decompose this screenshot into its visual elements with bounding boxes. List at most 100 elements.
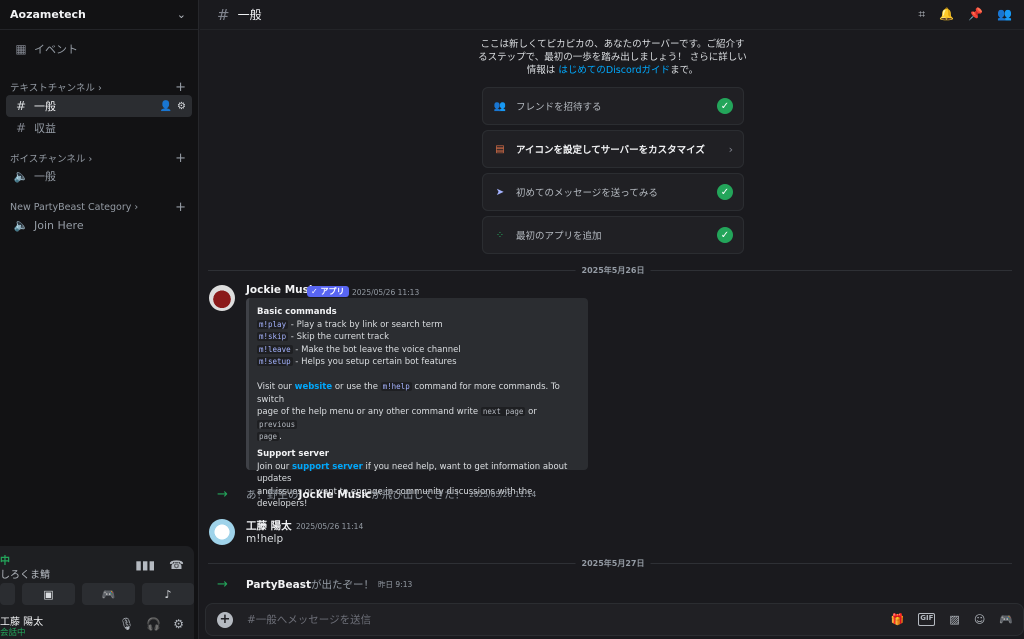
category-partybeast[interactable]: New PartyBeast Category › + bbox=[10, 200, 186, 215]
gif-icon[interactable]: GIF bbox=[918, 613, 936, 626]
intro-line: 情報は bbox=[526, 65, 556, 76]
customize-icon: ▤ bbox=[495, 143, 505, 155]
system-text: が出たぞー！ bbox=[311, 579, 375, 591]
task-send-first-message[interactable]: ➤ 初めてのメッセージを送ってみる ✓ bbox=[482, 173, 744, 211]
task-label: フレンドを招待する bbox=[516, 102, 602, 113]
joined-user-name[interactable]: Jockie Music bbox=[299, 489, 372, 501]
apps-icon[interactable]: 🎮 bbox=[999, 613, 1013, 626]
message-composer[interactable]: + #一般へメッセージを送信 🎁 GIF ▨ ☺ 🎮 bbox=[205, 603, 1024, 636]
add-channel-icon[interactable]: + bbox=[175, 200, 186, 215]
gift-icon[interactable]: 🎁 bbox=[891, 613, 905, 626]
support-server-link[interactable]: support server bbox=[292, 462, 363, 472]
help-embed: Basic commands m!play - Play a track by … bbox=[246, 298, 588, 509]
command-code: m!skip bbox=[257, 332, 289, 342]
command-line: m!leave - Make the bot leave the voice c… bbox=[257, 344, 578, 357]
voice-connection-status: 中 bbox=[0, 556, 10, 567]
sidebar-item-general-voice[interactable]: 🔈 一般 bbox=[6, 165, 192, 187]
disconnect-icon[interactable]: ☎ bbox=[169, 558, 184, 572]
server-welcome-intro: ここは新しくてピカピカの、あなたのサーバーです。ご紹介す るステップで、最初の一… bbox=[470, 38, 755, 77]
gear-icon[interactable]: ⚙ bbox=[173, 617, 184, 631]
calendar-icon: ▦ bbox=[15, 42, 27, 56]
server-header[interactable]: Aozametech ⌄ bbox=[0, 0, 198, 30]
server-name: Aozametech bbox=[10, 8, 86, 21]
emoji-icon[interactable]: ☺ bbox=[974, 613, 985, 626]
inline-code: next page bbox=[480, 407, 526, 417]
task-label: 初めてのメッセージを送ってみる bbox=[516, 188, 658, 199]
message-author[interactable]: 工藤 陽太 bbox=[246, 518, 292, 533]
camera-button[interactable] bbox=[0, 583, 15, 605]
message-timestamp: 2025/05/26 11:14 bbox=[469, 490, 537, 499]
sidebar-item-revenue[interactable]: # 収益 bbox=[6, 117, 192, 139]
sidebar-item-events[interactable]: ▦ イベント bbox=[6, 38, 192, 60]
task-add-first-app[interactable]: ⁘ 最初のアプリを追加 ✓ bbox=[482, 216, 744, 254]
command-desc: - Make the bot leave the voice channel bbox=[292, 344, 461, 355]
inline-code: page bbox=[257, 432, 280, 442]
gear-icon[interactable]: ⚙ bbox=[177, 101, 186, 112]
voice-channel-name[interactable]: しろくま鯖 bbox=[0, 566, 50, 581]
category-text-channels[interactable]: テキストチャンネル › + bbox=[10, 80, 186, 95]
embed-text: Join our bbox=[257, 461, 292, 472]
category-voice-channels[interactable]: ボイスチャンネル › + bbox=[10, 151, 186, 166]
invite-icon[interactable]: 👤 bbox=[160, 101, 172, 112]
threads-icon[interactable]: ⌗ bbox=[918, 7, 925, 22]
channel-sidebar: Aozametech ⌄ ▦ イベント テキストチャンネル › + # 一般 👤… bbox=[0, 0, 199, 639]
avatar[interactable] bbox=[209, 519, 235, 545]
join-arrow-icon: → bbox=[217, 577, 228, 592]
message-input[interactable]: #一般へメッセージを送信 bbox=[247, 612, 371, 627]
inline-code: previous bbox=[257, 419, 298, 429]
member-list-icon[interactable]: 👥 bbox=[997, 7, 1012, 22]
command-desc: - Play a track by link or search term bbox=[288, 319, 443, 330]
embed-heading: Support server bbox=[257, 448, 329, 459]
channel-title: 一般 bbox=[237, 8, 262, 22]
message-timestamp: 昨日 9:13 bbox=[378, 580, 413, 589]
embed-text: Visit our bbox=[257, 381, 295, 392]
chevron-down-icon: › bbox=[88, 154, 93, 165]
gamepad-icon: 🎮 bbox=[101, 587, 116, 601]
sidebar-item-label: 一般 bbox=[34, 170, 56, 183]
category-label: テキストチャンネル bbox=[10, 83, 95, 94]
sticker-icon[interactable]: ▨ bbox=[949, 613, 959, 626]
apps-icon: ⁘ bbox=[495, 229, 505, 241]
checkmark-icon: ✓ bbox=[717, 227, 733, 243]
voice-status-panel: 中 しろくま鯖 ▮▮▮ ☎ ▣ 🎮 ♪ 工藤 陽太 会話中 🎙 🎧 ⚙ bbox=[0, 546, 194, 639]
task-invite-friends[interactable]: 👥 フレンドを招待する ✓ bbox=[482, 87, 744, 125]
category-label: ボイスチャンネル bbox=[10, 154, 86, 165]
sidebar-item-general-text[interactable]: # 一般 👤 ⚙ bbox=[6, 95, 192, 117]
command-code: m!setup bbox=[257, 357, 293, 367]
embed-text: page of the help menu or any other comma… bbox=[257, 407, 481, 418]
hashtag-icon: # bbox=[217, 5, 230, 24]
intro-line: ここは新しくてピカピカの、あなたのサーバーです。ご紹介す bbox=[480, 39, 745, 50]
message-content: m!help bbox=[246, 533, 284, 545]
join-arrow-icon: → bbox=[217, 487, 228, 502]
avatar[interactable] bbox=[209, 285, 235, 311]
date-divider-label: 2025年5月26日 bbox=[575, 265, 651, 276]
add-channel-icon[interactable]: + bbox=[175, 151, 186, 166]
message-timestamp: 2025/05/26 11:13 bbox=[352, 288, 420, 297]
intro-line: まで。 bbox=[670, 65, 699, 76]
embed-text-line: page. bbox=[257, 431, 578, 444]
attach-plus-icon[interactable]: + bbox=[217, 611, 233, 628]
noise-suppression-icon[interactable]: ▮▮▮ bbox=[135, 558, 155, 572]
website-link[interactable]: website bbox=[295, 382, 333, 392]
command-line: m!setup - Helps you setup certain bot fe… bbox=[257, 356, 578, 369]
pin-icon[interactable]: 📌 bbox=[968, 7, 983, 22]
add-channel-icon[interactable]: + bbox=[175, 80, 186, 95]
activity-button[interactable]: 🎮 bbox=[82, 583, 135, 605]
bell-icon[interactable]: 🔔 bbox=[939, 7, 954, 22]
discord-guide-link[interactable]: はじめてのDiscordガイド bbox=[558, 65, 670, 76]
task-customize-server[interactable]: ▤ アイコンを設定してサーバーをカスタマイズ › bbox=[482, 130, 744, 168]
join-system-message: → あ！野生の Jockie Music が飛び出してきた！ 2025/05/26 … bbox=[217, 487, 536, 502]
sidebar-item-join-here[interactable]: 🔈 Join Here bbox=[6, 214, 192, 236]
speaker-icon: 🔈 bbox=[13, 218, 29, 232]
sidebar-item-label: Join Here bbox=[34, 218, 84, 232]
command-code: m!play bbox=[257, 319, 289, 329]
user-status: 会話中 bbox=[0, 628, 26, 638]
screen-share-button[interactable]: ▣ bbox=[22, 583, 75, 605]
system-text: が飛び出してきた！ bbox=[371, 489, 466, 501]
soundboard-button[interactable]: ♪ bbox=[142, 583, 194, 605]
headphones-icon[interactable]: 🎧 bbox=[146, 617, 161, 631]
command-code: m!help bbox=[380, 381, 412, 391]
joined-user-name[interactable]: PartyBeast bbox=[246, 579, 311, 591]
microphone-icon[interactable]: 🎙 bbox=[119, 617, 134, 631]
embed-text-line: Join our support server if you need help… bbox=[257, 461, 578, 486]
